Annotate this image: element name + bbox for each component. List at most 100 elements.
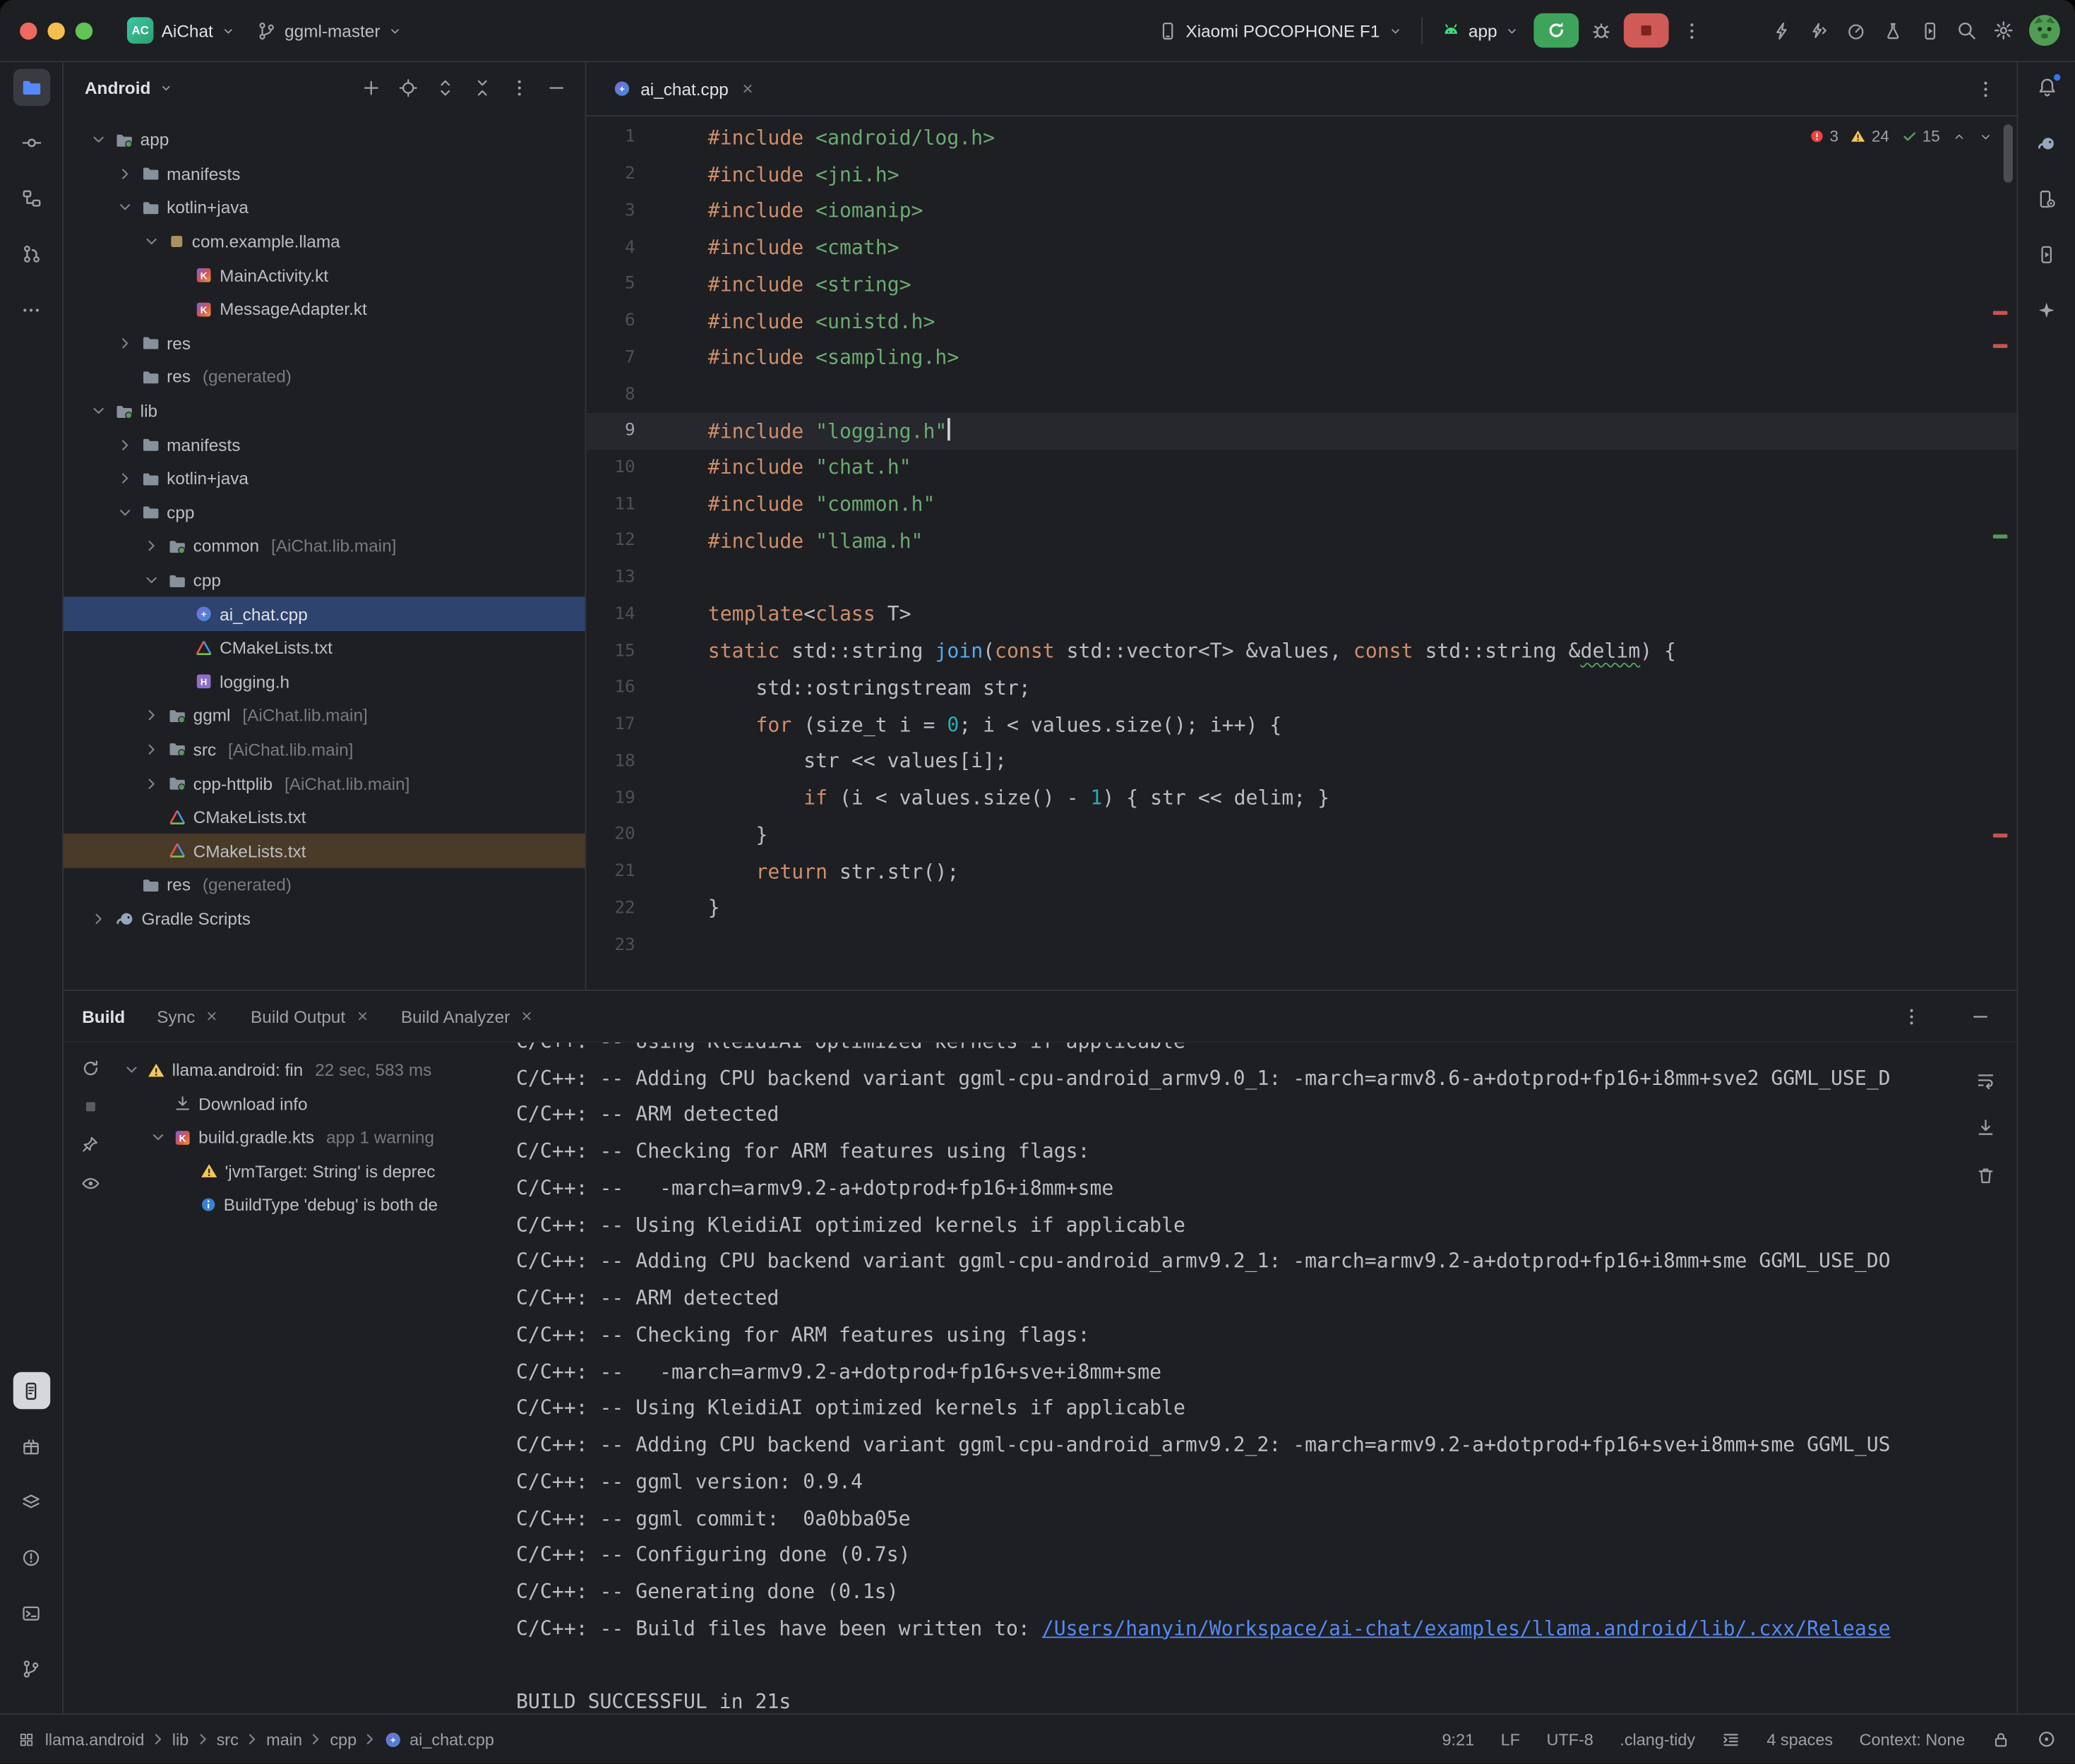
tree-item-manifests[interactable]: manifests <box>64 428 585 462</box>
tree-toggle[interactable] <box>114 335 135 352</box>
project-widget[interactable]: AC AiChat <box>116 12 246 49</box>
ide-status-icon[interactable] <box>2037 1729 2057 1749</box>
close-icon[interactable] <box>205 1009 219 1023</box>
tree-item-res-generated[interactable]: res(generated) <box>64 868 585 902</box>
line-number[interactable]: 17 <box>590 714 635 734</box>
line-number[interactable]: 12 <box>590 531 635 551</box>
tree-toggle[interactable] <box>114 436 135 453</box>
more-tool-windows-button[interactable] <box>13 291 49 328</box>
clang-tidy-status[interactable]: .clang-tidy <box>1620 1730 1695 1748</box>
tree-item-cpp-httplib-aichat-lib-main[interactable]: cpp-httplib[AiChat.lib.main] <box>64 767 585 800</box>
project-view-selector[interactable]: Android <box>85 78 150 97</box>
line-number[interactable]: 20 <box>590 824 635 844</box>
pin-button[interactable] <box>74 1129 106 1160</box>
tree-item-cmakelists-txt[interactable]: CMakeLists.txt <box>64 631 585 665</box>
line-number[interactable]: 19 <box>590 788 635 808</box>
pull-requests-tool-button[interactable] <box>13 236 49 272</box>
device-mirroring-button[interactable] <box>1911 12 1948 49</box>
device-selector[interactable]: Xiaomi POCOPHONE F1 <box>1147 16 1413 46</box>
build-tree-item-download-info[interactable]: Download info <box>116 1087 503 1121</box>
error-stripe-mark[interactable] <box>1993 834 2008 838</box>
apply-changes-button[interactable] <box>1763 12 1800 49</box>
close-icon[interactable] <box>520 1009 534 1023</box>
breadcrumb-main[interactable]: main <box>266 1730 302 1748</box>
line-number[interactable]: 1 <box>590 128 635 148</box>
tree-item-kotlin-java[interactable]: kotlin+java <box>64 191 585 224</box>
line-number[interactable]: 3 <box>590 201 635 221</box>
line-number[interactable]: 10 <box>590 457 635 477</box>
tree-item-ai-chat-cpp[interactable]: +ai_chat.cpp <box>64 597 585 631</box>
line-number[interactable]: 21 <box>590 861 635 881</box>
line-number[interactable]: 4 <box>590 238 635 258</box>
tree-item-src-aichat-lib-main[interactable]: src[AiChat.lib.main] <box>64 733 585 767</box>
stop-app-button[interactable] <box>1625 13 1670 48</box>
previous-issue-button[interactable] <box>1952 129 1967 144</box>
line-number[interactable]: 5 <box>590 275 635 294</box>
line-number[interactable]: 13 <box>590 568 635 587</box>
breadcrumb-cpp[interactable]: cpp <box>330 1730 357 1748</box>
panel-options-button[interactable] <box>503 71 534 103</box>
apply-code-changes-button[interactable] <box>1800 12 1836 49</box>
line-number[interactable]: 14 <box>590 604 635 624</box>
tab-ai-chat-cpp[interactable]: + ai_chat.cpp <box>599 62 767 115</box>
assistant-tool-button[interactable] <box>2028 291 2064 328</box>
tree-item-cpp[interactable]: cpp <box>64 563 585 597</box>
line-number[interactable]: 8 <box>590 385 635 404</box>
search-everywhere-button[interactable] <box>1948 12 1985 49</box>
tree-item-com-example-llama[interactable]: com.example.llama <box>64 224 585 258</box>
stop-build-button[interactable] <box>74 1090 106 1122</box>
indent-size[interactable]: 4 spaces <box>1766 1730 1833 1748</box>
breadcrumb-llama-android[interactable]: llama.android <box>45 1730 145 1748</box>
line-number[interactable]: 6 <box>590 311 635 331</box>
caret-position[interactable]: 9:21 <box>1442 1730 1474 1748</box>
logcat-tool-button[interactable] <box>13 1372 49 1409</box>
line-number[interactable]: 15 <box>590 641 635 661</box>
error-stripe-mark[interactable] <box>1993 311 2008 315</box>
build-tab-build[interactable]: Build <box>82 1006 125 1026</box>
error-badge[interactable]: 3 <box>1808 127 1838 145</box>
zoom-window-button[interactable] <box>76 22 92 39</box>
build-console[interactable]: C/C++: -- Using KleidiAI optimized kerne… <box>503 1043 2016 1713</box>
build-tree-item-jvmtarget-string-is-deprec[interactable]: 'jvmTarget: String' is deprec <box>116 1154 503 1188</box>
tree-item-kotlin-java[interactable]: kotlin+java <box>64 462 585 496</box>
more-run-options-button[interactable] <box>1673 12 1710 49</box>
tree-toggle[interactable] <box>140 775 162 792</box>
rerun-app-button[interactable] <box>1534 13 1579 48</box>
change-stripe-mark[interactable] <box>1993 534 2008 539</box>
build-tree-item-build-gradle-kts[interactable]: Kbuild.gradle.ktsapp 1 warning <box>116 1121 503 1155</box>
tree-toggle[interactable] <box>140 233 162 250</box>
tree-toggle[interactable] <box>114 470 135 487</box>
soft-wrap-button[interactable] <box>1966 1061 2003 1098</box>
breadcrumb-src[interactable]: src <box>217 1730 239 1748</box>
tree-toggle[interactable] <box>140 572 162 589</box>
line-number[interactable]: 7 <box>590 348 635 368</box>
line-number[interactable]: 16 <box>590 678 635 697</box>
console-link[interactable]: /Users/hanyin/Workspace/ai-chat/examples… <box>1042 1616 1891 1640</box>
settings-button[interactable] <box>1985 12 2022 49</box>
tree-toggle[interactable] <box>88 131 109 148</box>
build-tab-sync[interactable]: Sync <box>157 1006 219 1026</box>
line-number[interactable]: 22 <box>590 898 635 918</box>
tree-item-mainactivity-kt[interactable]: KMainActivity.kt <box>64 258 585 292</box>
tree-toggle[interactable] <box>88 402 109 419</box>
code-style-icon[interactable] <box>1722 1730 1740 1748</box>
gradle-tool-button[interactable] <box>2028 124 2064 161</box>
tree-item-ggml-aichat-lib-main[interactable]: ggml[AiChat.lib.main] <box>64 699 585 733</box>
project-tree[interactable]: appmanifestskotlin+javacom.example.llama… <box>64 112 585 990</box>
project-tool-button[interactable] <box>13 68 49 105</box>
next-issue-button[interactable] <box>1978 129 1993 144</box>
notifications-button[interactable] <box>2028 68 2064 105</box>
tree-toggle[interactable] <box>140 707 162 724</box>
error-stripe-mark[interactable] <box>1993 344 2008 348</box>
line-separator[interactable]: LF <box>1501 1730 1520 1748</box>
editor-options-button[interactable] <box>1966 70 2003 107</box>
scroll-to-end-button[interactable] <box>1966 1109 2003 1146</box>
build-tab-build-analyzer[interactable]: Build Analyzer <box>401 1006 534 1026</box>
structure-tool-button[interactable] <box>13 180 49 217</box>
run-configuration-selector[interactable]: app <box>1430 16 1531 46</box>
vcs-branch-widget[interactable]: ggml-master <box>246 16 414 46</box>
commit-tool-button[interactable] <box>13 124 49 161</box>
build-tree-item-llama-android-fin[interactable]: llama.android: fin22 sec, 583 ms <box>116 1053 503 1087</box>
breadcrumb-ai-chat-cpp[interactable]: +ai_chat.cpp <box>384 1730 494 1748</box>
line-number[interactable]: 23 <box>590 935 635 954</box>
